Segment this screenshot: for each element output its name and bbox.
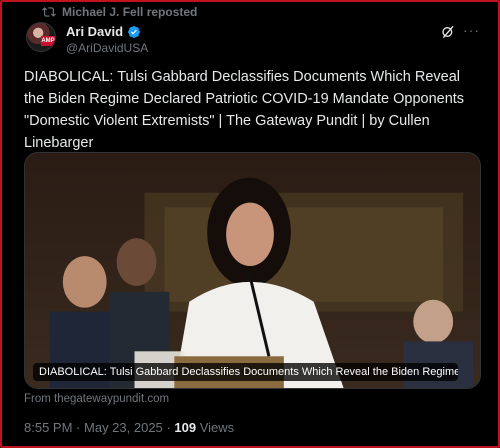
link-card-caption: DIABOLICAL: Tulsi Gabbard Declassifies D…	[33, 363, 458, 381]
more-options-icon[interactable]: ···	[463, 22, 480, 38]
article-thumbnail-image	[25, 153, 480, 388]
avatar-badge: AMP	[41, 36, 55, 46]
author-handle[interactable]: @AriDavidUSA	[66, 41, 148, 55]
repost-header[interactable]: Michael J. Fell reposted	[42, 5, 197, 19]
repost-icon	[42, 7, 56, 17]
repost-label: Michael J. Fell reposted	[62, 5, 198, 19]
views-count: 109	[174, 420, 197, 435]
post-time[interactable]: 8:55 PM	[24, 420, 72, 435]
post-meta: 8:55 PM · May 23, 2025 · 109 Views	[24, 420, 234, 435]
link-source[interactable]: From thegatewaypundit.com	[24, 393, 169, 405]
post-text: DIABOLICAL: Tulsi Gabbard Declassifies D…	[24, 69, 465, 151]
author-name-row[interactable]: Ari David	[66, 24, 141, 39]
grok-icon[interactable]	[440, 24, 456, 40]
link-card-media[interactable]: DIABOLICAL: Tulsi Gabbard Declassifies D…	[24, 152, 481, 389]
verified-badge-icon	[128, 25, 141, 38]
post-date[interactable]: May 23, 2025	[84, 420, 163, 435]
meta-separator: ·	[76, 420, 81, 435]
meta-separator-2: ·	[166, 420, 171, 435]
author-name[interactable]: Ari David	[66, 24, 123, 39]
avatar[interactable]: AMP	[26, 22, 56, 52]
views-label: Views	[199, 420, 235, 435]
